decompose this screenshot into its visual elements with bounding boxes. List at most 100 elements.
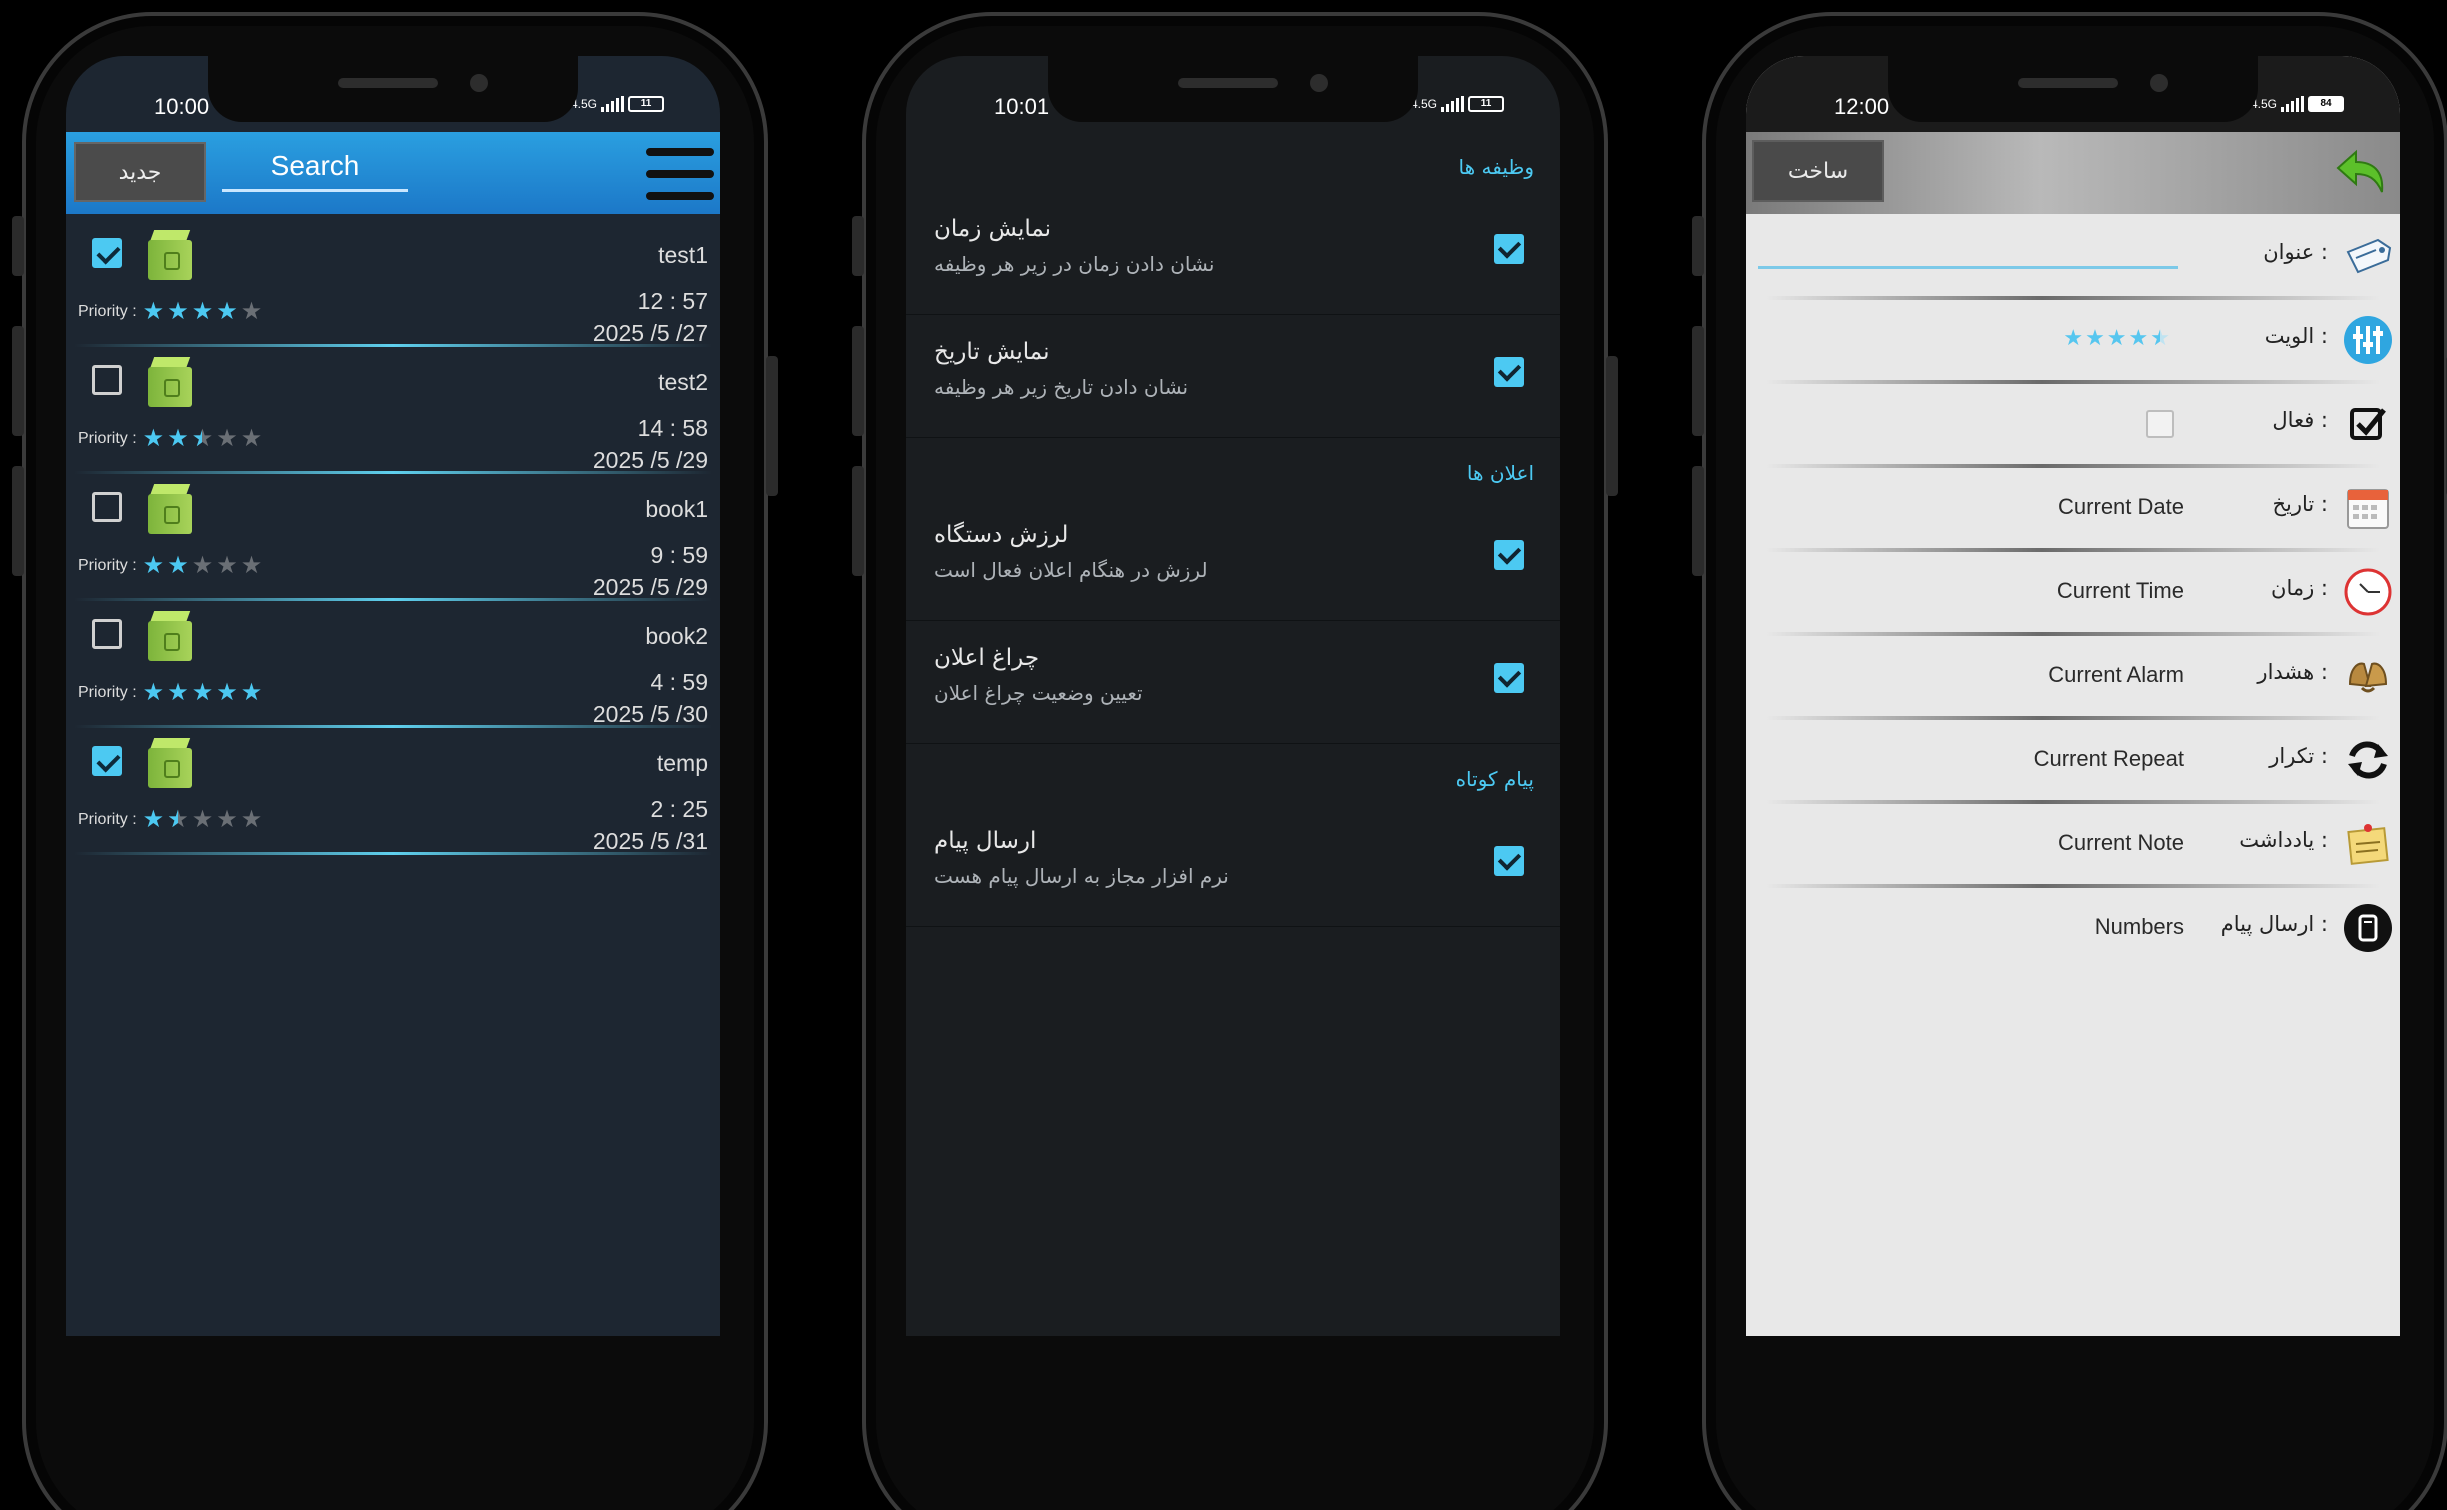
star-icon: ★: [167, 679, 189, 706]
priority-rating[interactable]: ★ ★ ★ ★ ★: [2063, 326, 2170, 351]
new-task-button[interactable]: جدید: [74, 142, 206, 202]
signal-bars-icon: [601, 96, 624, 112]
star-icon[interactable]: ★: [2129, 326, 2149, 351]
task-checkbox[interactable]: [92, 238, 122, 268]
settings-row[interactable]: نمایش زمان نشان دادن زمان در زیر هر وظیفه: [906, 192, 1560, 315]
task-form: عنوان : الویت : ★ ★ ★ ★ ★ ★ فعال: تاریخ…: [1746, 216, 2400, 972]
form-toolbar: ساخت: [1746, 132, 2400, 214]
task-checkbox[interactable]: [92, 746, 122, 776]
task-row[interactable]: test1 12 : 57 2025 /5 /27 Priority : ★ ★ ★ ★ ★: [66, 220, 720, 347]
task-row[interactable]: temp 2 : 25 2025 /5 /31 Priority : ★ ★ ★ ★ ★: [66, 728, 720, 855]
priority-row: الویت : ★ ★ ★ ★ ★: [1746, 300, 2400, 384]
star-icon: ★: [240, 552, 263, 579]
note-value[interactable]: Current Note: [2058, 830, 2184, 856]
setting-checkbox[interactable]: [1494, 357, 1524, 387]
active-checkbox[interactable]: [2146, 410, 2174, 438]
box-icon-front: [148, 367, 192, 407]
setting-checkbox[interactable]: [1494, 846, 1524, 876]
status-time: 12:00: [1834, 94, 1890, 119]
priority-stars: ★ ★ ★ ★ ★: [143, 554, 263, 578]
task-priority: Priority : ★ ★ ★ ★ ★: [78, 300, 262, 324]
setting-subtitle: نشان دادن تاریخ زیر هر وظیفه: [934, 375, 1189, 399]
side-button: [852, 216, 864, 276]
box-icon-front: [148, 748, 192, 788]
box-icon: [148, 484, 192, 534]
clock-icon: [2344, 568, 2392, 616]
star-icon: ★: [191, 298, 214, 325]
star-icon[interactable]: ★: [2085, 326, 2105, 351]
task-priority: Priority : ★ ★ ★ ★ ★: [78, 425, 262, 452]
time-value[interactable]: Current Time: [2057, 578, 2184, 604]
side-button: [852, 326, 864, 436]
star-icon: ★: [191, 552, 214, 579]
task-date: 2025 /5 /29: [592, 574, 708, 600]
star-icon: ★: [216, 298, 238, 325]
power-button: [766, 356, 778, 496]
settings-row[interactable]: ارسال پیام نرم افزار مجاز به ارسال پیام ه…: [906, 804, 1560, 927]
menu-icon[interactable]: [646, 148, 714, 200]
note-row[interactable]: یادداشت : Current Note: [1746, 804, 2400, 888]
star-icon: ★: [216, 679, 238, 706]
status-time: 10:01: [994, 94, 1050, 119]
calendar-icon: [2347, 489, 2389, 529]
camera: [470, 74, 488, 92]
setting-checkbox[interactable]: [1494, 234, 1524, 264]
task-row[interactable]: book1 9 : 59 2025 /5 /29 Priority : ★ ★ ★ ★ ★: [66, 474, 720, 601]
task-time: 4 : 59: [650, 669, 708, 695]
setting-title: نمایش تاریخ: [934, 339, 1050, 365]
star-icon: ★: [216, 425, 238, 452]
repeat-row[interactable]: تکرار : Current Repeat: [1746, 720, 2400, 804]
star-icon: ★: [240, 298, 263, 325]
battery-icon: 84: [2308, 96, 2344, 112]
section-header: اعلان ها: [1466, 461, 1534, 485]
task-row[interactable]: test2 14 : 58 2025 /5 /29 Priority : ★ ★ ★ ★ ★: [66, 347, 720, 474]
task-time: 14 : 58: [637, 415, 708, 441]
search-input[interactable]: Search: [222, 142, 408, 192]
star-icon: ★: [167, 552, 189, 579]
task-time: 2 : 25: [650, 796, 708, 822]
battery-icon: 11: [1468, 96, 1504, 112]
settings-row[interactable]: لرزش دستگاه لرزش در هنگام اعلان فعال است: [906, 498, 1560, 621]
box-icon: [148, 357, 192, 407]
sms-label: ارسال پیام :: [2220, 912, 2328, 936]
task-date: 2025 /5 /27: [592, 320, 708, 346]
sms-row[interactable]: ارسال پیام : Numbers: [1746, 888, 2400, 972]
signal-indicator: 4.5G 11: [571, 96, 664, 112]
task-list: test1 12 : 57 2025 /5 /27 Priority : ★ ★ ★ ★ ★ te…: [66, 220, 720, 855]
back-arrow-icon[interactable]: [2332, 140, 2392, 200]
time-row[interactable]: زمان : Current Time: [1746, 552, 2400, 636]
task-checkbox[interactable]: [92, 365, 122, 395]
task-row[interactable]: book2 4 : 59 2025 /5 /30 Priority : ★ ★ ★ ★ ★: [66, 601, 720, 728]
priority-label: Priority :: [78, 811, 137, 828]
alarm-value[interactable]: Current Alarm: [2048, 662, 2184, 688]
setting-checkbox[interactable]: [1494, 540, 1524, 570]
settings-row[interactable]: چراغ اعلان تعیین وضعیت چراغ اعلان: [906, 621, 1560, 744]
bells-icon: [2348, 662, 2388, 693]
section-header: وظیفه ها: [1458, 155, 1534, 179]
star-icon[interactable]: ★: [2063, 326, 2083, 351]
task-checkbox[interactable]: [92, 492, 122, 522]
repeat-label: تکرار :: [2269, 744, 2328, 768]
alarm-row[interactable]: هشدار : Current Alarm: [1746, 636, 2400, 720]
star-icon[interactable]: ★: [2150, 326, 2170, 351]
priority-label: الویت :: [2264, 324, 2328, 348]
star-icon: ★: [167, 425, 189, 452]
speaker: [338, 78, 438, 88]
alarm-label: هشدار :: [2257, 660, 2328, 684]
setting-title: نمایش زمان: [934, 216, 1052, 242]
setting-checkbox[interactable]: [1494, 663, 1524, 693]
settings-row[interactable]: نمایش تاریخ نشان دادن تاریخ زیر هر وظیفه: [906, 315, 1560, 438]
signal-indicator: 4.5G 84: [2251, 96, 2344, 112]
task-name: test2: [658, 369, 708, 395]
task-checkbox[interactable]: [92, 619, 122, 649]
title-input[interactable]: [1758, 266, 2178, 269]
create-button[interactable]: ساخت: [1752, 140, 1884, 202]
side-button: [1692, 466, 1704, 576]
task-toolbar: جدید Search: [66, 132, 720, 214]
star-icon[interactable]: ★: [2107, 326, 2127, 351]
date-value[interactable]: Current Date: [2058, 494, 2184, 520]
sms-value[interactable]: Numbers: [2095, 914, 2184, 940]
repeat-value[interactable]: Current Repeat: [2034, 746, 2184, 772]
priority-label: Priority :: [78, 684, 137, 701]
date-row[interactable]: تاریخ : Current Date: [1746, 468, 2400, 552]
